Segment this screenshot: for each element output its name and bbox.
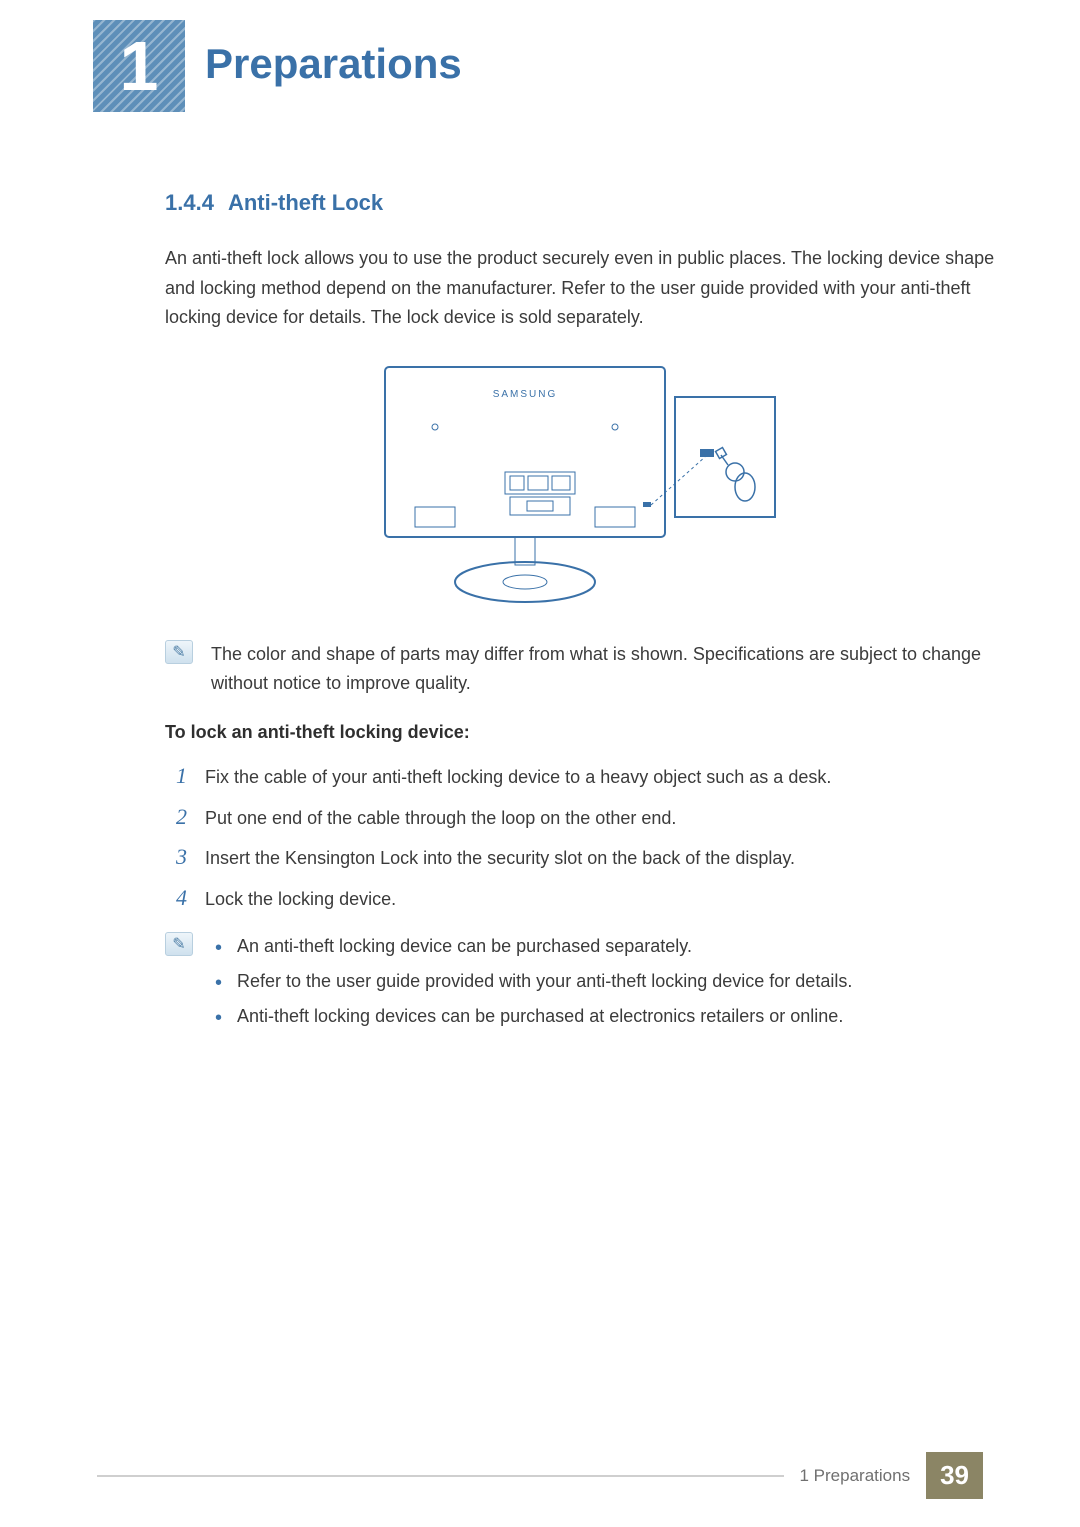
chapter-number: 1 xyxy=(120,31,159,101)
content-area: 1.4.4 Anti-theft Lock An anti-theft lock … xyxy=(165,190,995,1061)
page-footer: 1 Preparations 39 xyxy=(97,1452,983,1499)
step-text: Insert the Kensington Lock into the secu… xyxy=(205,845,795,873)
note-icon: ✎ xyxy=(165,640,193,664)
monitor-lock-illustration: SAMSUNG xyxy=(375,357,785,612)
page-number: 39 xyxy=(926,1452,983,1499)
page-header: 1 Preparations xyxy=(0,0,1080,140)
footer-chapter-ref: 1 Preparations xyxy=(800,1466,911,1486)
bullet-item: An anti-theft locking device can be purc… xyxy=(211,932,995,961)
step-number: 3 xyxy=(165,844,187,870)
step-number: 2 xyxy=(165,804,187,830)
step-number: 1 xyxy=(165,763,187,789)
section-title: Anti-theft Lock xyxy=(228,190,383,215)
chapter-tab: 1 xyxy=(93,20,185,112)
procedure-steps: 1 Fix the cable of your anti-theft locki… xyxy=(165,763,995,915)
step-item: 2 Put one end of the cable through the l… xyxy=(165,804,995,833)
procedure-heading: To lock an anti-theft locking device: xyxy=(165,722,995,743)
note-text: The color and shape of parts may differ … xyxy=(211,640,995,698)
footer-rule xyxy=(97,1475,784,1477)
note-block: ✎ The color and shape of parts may diffe… xyxy=(165,640,995,698)
step-item: 1 Fix the cable of your anti-theft locki… xyxy=(165,763,995,792)
step-item: 3 Insert the Kensington Lock into the se… xyxy=(165,844,995,873)
svg-text:SAMSUNG: SAMSUNG xyxy=(493,389,558,400)
section-intro: An anti-theft lock allows you to use the… xyxy=(165,244,995,333)
chapter-title: Preparations xyxy=(205,40,462,88)
note-icon: ✎ xyxy=(165,932,193,956)
note-bullets: An anti-theft locking device can be purc… xyxy=(211,932,995,1036)
step-text: Fix the cable of your anti-theft locking… xyxy=(205,764,831,792)
step-number: 4 xyxy=(165,885,187,911)
step-text: Lock the locking device. xyxy=(205,886,396,914)
step-text: Put one end of the cable through the loo… xyxy=(205,805,676,833)
section-number: 1.4.4 xyxy=(165,190,214,215)
note-block: ✎ An anti-theft locking device can be pu… xyxy=(165,932,995,1036)
product-diagram: SAMSUNG xyxy=(165,357,995,612)
bullet-item: Refer to the user guide provided with yo… xyxy=(211,967,995,996)
step-item: 4 Lock the locking device. xyxy=(165,885,995,914)
section-heading: 1.4.4 Anti-theft Lock xyxy=(165,190,995,216)
bullet-item: Anti-theft locking devices can be purcha… xyxy=(211,1002,995,1031)
